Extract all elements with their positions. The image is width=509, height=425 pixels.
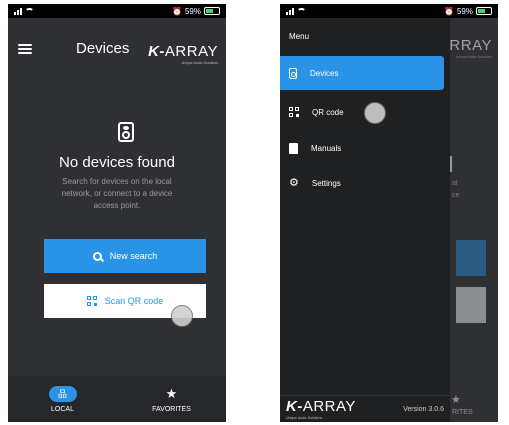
signal-icon [286, 7, 294, 15]
touch-indicator [171, 305, 193, 327]
menu-icon[interactable] [18, 44, 32, 54]
empty-title-peek [450, 156, 452, 172]
star-icon: ★ [165, 385, 178, 401]
drawer-footer: K-ARRAY Unique Audio Solutions Version 3… [280, 396, 450, 422]
empty-state-title: No devices found [59, 154, 175, 171]
menu-item-label: Settings [311, 178, 341, 188]
menu-item-devices[interactable]: Devices [280, 56, 444, 90]
search-icon [92, 251, 102, 261]
empty-state-description: Search for devices on the local network,… [61, 177, 173, 210]
new-search-button[interactable]: New search [44, 239, 206, 273]
new-search-button-peek [456, 240, 486, 276]
menu-item-qr-code[interactable]: QR code [280, 95, 444, 129]
battery-icon [476, 7, 492, 15]
qr-code-icon [86, 296, 97, 306]
signal-icon [14, 7, 22, 15]
app-version: Version 3.0.6 [403, 405, 444, 413]
qr-code-icon [289, 107, 299, 117]
description-peek: al [452, 180, 458, 187]
devices-screen: ⏰ 59% Devices K-ARRAY Unique Audio Solut… [8, 4, 226, 422]
wifi-icon [297, 7, 306, 15]
k-array-logo: K-ARRAY Unique Audio Solutions [148, 43, 218, 65]
gear-icon: ⚙ [289, 176, 299, 189]
menu-item-label: Devices [310, 68, 339, 78]
battery-percent: 59% [456, 6, 473, 16]
battery-percent: 59% [184, 6, 201, 16]
new-search-label: New search [109, 251, 158, 261]
page-title: Devices [76, 40, 130, 57]
menu-item-label: Manuals [311, 143, 342, 153]
scan-qr-label: Scan QR code [104, 296, 164, 306]
drawer-title: Menu [289, 32, 310, 41]
alarm-icon: ⏰ [444, 6, 454, 16]
speaker-icon [289, 67, 297, 79]
menu-screen: ARRAY Unique Audio Solutions al ce ★ RIT… [280, 4, 498, 422]
bottom-navigation: 品 LOCAL ★ FAVORITES [8, 376, 226, 422]
book-icon [289, 142, 298, 154]
status-bar: ⏰ 59% [8, 4, 226, 18]
k-array-logo: K-ARRAY Unique Audio Solutions [286, 397, 356, 420]
touch-indicator [364, 102, 386, 124]
menu-item-label: QR code [312, 107, 344, 117]
scan-qr-button-peek [456, 287, 486, 323]
status-bar: ⏰ 59% [280, 4, 498, 18]
description-peek-2: ce [452, 192, 460, 199]
app-header: Devices K-ARRAY Unique Audio Solutions [8, 18, 226, 80]
speaker-icon [118, 122, 134, 142]
wifi-icon [25, 7, 34, 15]
menu-item-manuals[interactable]: Manuals [280, 131, 444, 165]
star-icon: ★ [451, 394, 461, 406]
favorites-peek: RITES [452, 409, 473, 416]
alarm-icon: ⏰ [172, 6, 182, 16]
nav-local-label: LOCAL [51, 405, 74, 413]
battery-icon [204, 7, 220, 15]
navigation-drawer: Menu Devices QR code Manuals ⚙ Settings … [280, 18, 450, 422]
network-icon: 品 [48, 385, 77, 402]
menu-item-settings[interactable]: ⚙ Settings [280, 166, 444, 200]
nav-favorites[interactable]: ★ FAVORITES [117, 376, 226, 422]
nav-favorites-label: FAVORITES [152, 405, 191, 413]
nav-local[interactable]: 品 LOCAL [8, 376, 117, 422]
